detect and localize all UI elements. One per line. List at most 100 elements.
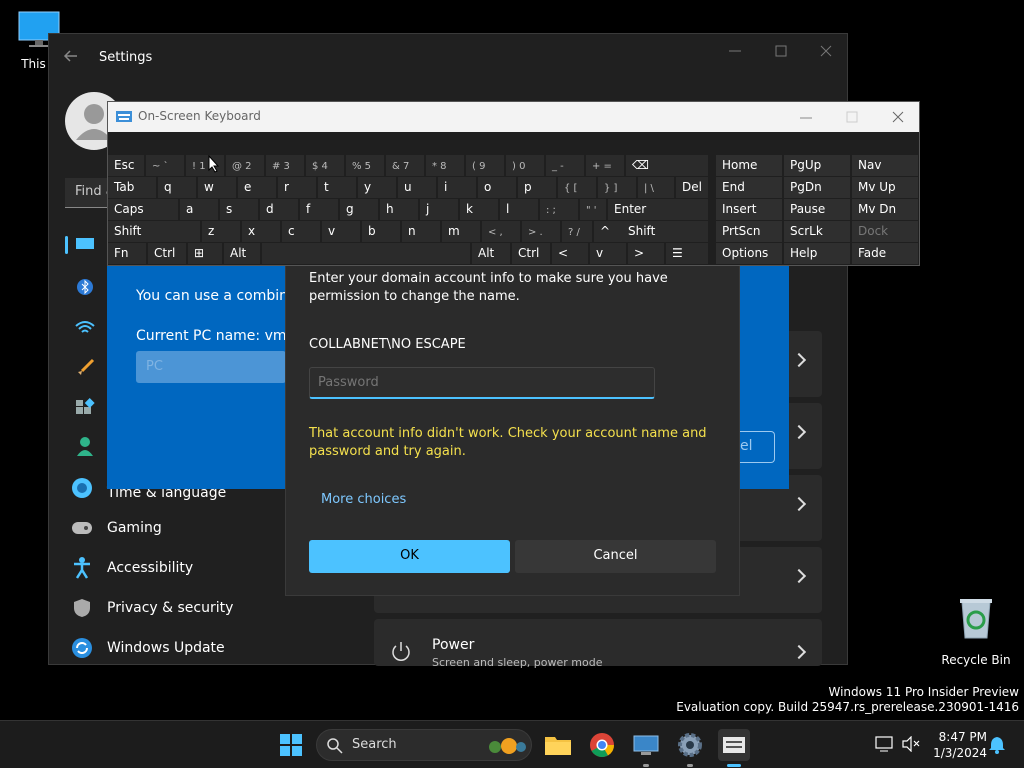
key[interactable]: ~ ` bbox=[146, 155, 184, 176]
key[interactable]: h bbox=[380, 199, 418, 220]
key[interactable]: t bbox=[318, 177, 356, 198]
password-field[interactable] bbox=[309, 367, 655, 399]
key[interactable]: : ; bbox=[540, 199, 578, 220]
more-choices-link[interactable]: More choices bbox=[321, 492, 406, 507]
key[interactable]: d bbox=[260, 199, 298, 220]
sidebar-item-accounts[interactable] bbox=[75, 436, 95, 460]
settings-button[interactable] bbox=[674, 729, 706, 761]
nav-key-fade[interactable]: Fade bbox=[852, 243, 918, 264]
esc-key[interactable]: Esc bbox=[108, 155, 144, 176]
shift-key[interactable]: Shift bbox=[108, 221, 200, 242]
sidebar-item-accessibility[interactable]: Accessibility bbox=[69, 550, 193, 586]
sidebar-item-gaming[interactable]: Gaming bbox=[69, 510, 162, 546]
key[interactable]: < , bbox=[482, 221, 520, 242]
key[interactable]: + = bbox=[586, 155, 624, 176]
key[interactable]: o bbox=[478, 177, 516, 198]
nav-key-prtscn[interactable]: PrtScn bbox=[716, 221, 782, 242]
ctrl-key[interactable]: Ctrl bbox=[148, 243, 186, 264]
key[interactable]: s bbox=[220, 199, 258, 220]
nav-key-end[interactable]: End bbox=[716, 177, 782, 198]
key[interactable]: n bbox=[402, 221, 440, 242]
nav-key-mv-up[interactable]: Mv Up bbox=[852, 177, 918, 198]
key[interactable]: m bbox=[442, 221, 480, 242]
nav-key-help[interactable]: Help bbox=[784, 243, 850, 264]
key[interactable]: # 3 bbox=[266, 155, 304, 176]
nav-key-pgdn[interactable]: PgDn bbox=[784, 177, 850, 198]
key[interactable]: > . bbox=[522, 221, 560, 242]
fn-key[interactable]: Fn bbox=[108, 243, 146, 264]
rename-cancel-button[interactable]: el bbox=[737, 431, 775, 463]
key[interactable]: u bbox=[398, 177, 436, 198]
alt-key[interactable]: Alt bbox=[224, 243, 260, 264]
nav-key-options[interactable]: Options bbox=[716, 243, 782, 264]
key[interactable]: q bbox=[158, 177, 196, 198]
nav-key-home[interactable]: Home bbox=[716, 155, 782, 176]
start-button[interactable] bbox=[275, 729, 307, 761]
notification-bell-icon[interactable] bbox=[989, 736, 1005, 754]
chrome-button[interactable] bbox=[586, 729, 618, 761]
nav-key-nav[interactable]: Nav bbox=[852, 155, 918, 176]
key[interactable]: k bbox=[460, 199, 498, 220]
tab-key[interactable]: Tab bbox=[108, 177, 156, 198]
sidebar-item-windows-update[interactable]: Windows Update bbox=[69, 630, 225, 666]
windows-key[interactable]: ⊞ bbox=[188, 243, 222, 264]
recycle-bin-shortcut[interactable]: Recycle Bin bbox=[940, 596, 1012, 667]
key[interactable]: * 8 bbox=[426, 155, 464, 176]
key[interactable]: } ] bbox=[598, 177, 636, 198]
maximize-button[interactable] bbox=[775, 42, 795, 62]
key[interactable]: i bbox=[438, 177, 476, 198]
nav-key-pgup[interactable]: PgUp bbox=[784, 155, 850, 176]
new-name-input[interactable]: PC bbox=[136, 351, 286, 383]
key[interactable]: > bbox=[628, 243, 664, 264]
key[interactable]: g bbox=[340, 199, 378, 220]
delete-key[interactable]: Del bbox=[676, 177, 708, 198]
back-button[interactable] bbox=[63, 48, 83, 68]
alt-key[interactable]: Alt bbox=[472, 243, 510, 264]
space-key[interactable] bbox=[262, 243, 470, 264]
taskbar-search[interactable]: Search bbox=[316, 729, 532, 761]
sidebar-item-privacy[interactable]: Privacy & security bbox=[69, 590, 233, 626]
key[interactable]: f bbox=[300, 199, 338, 220]
key[interactable]: j bbox=[420, 199, 458, 220]
power-card[interactable]: Power Screen and sleep, power mode bbox=[374, 619, 822, 669]
key[interactable]: p bbox=[518, 177, 556, 198]
key[interactable]: ☰ bbox=[666, 243, 708, 264]
key[interactable]: ? / bbox=[562, 221, 592, 242]
sidebar-item-system[interactable] bbox=[75, 236, 95, 256]
ok-button[interactable]: OK bbox=[309, 540, 510, 573]
key[interactable]: $ 4 bbox=[306, 155, 344, 176]
cancel-button[interactable]: Cancel bbox=[515, 540, 716, 573]
key[interactable]: { [ bbox=[558, 177, 596, 198]
key[interactable]: ) 0 bbox=[506, 155, 544, 176]
enter-key[interactable]: Enter bbox=[608, 199, 708, 220]
shift-key[interactable]: Shift bbox=[622, 221, 708, 242]
backspace-key[interactable]: ⌫ bbox=[626, 155, 708, 176]
osk-minimize-button[interactable] bbox=[800, 112, 812, 126]
nav-key-pause[interactable]: Pause bbox=[784, 199, 850, 220]
key[interactable]: & 7 bbox=[386, 155, 424, 176]
sidebar-item-apps[interactable] bbox=[75, 398, 95, 422]
key[interactable]: < bbox=[552, 243, 588, 264]
osk-close-button[interactable] bbox=[892, 111, 904, 126]
clock[interactable]: 8:47 PM 1/3/2024 bbox=[925, 729, 987, 761]
key[interactable]: x bbox=[242, 221, 280, 242]
key[interactable]: y bbox=[358, 177, 396, 198]
sidebar-item-network[interactable] bbox=[75, 320, 95, 340]
sidebar-item-personalization[interactable] bbox=[75, 358, 95, 382]
key[interactable]: e bbox=[238, 177, 276, 198]
nav-key-mv-dn[interactable]: Mv Dn bbox=[852, 199, 918, 220]
key[interactable]: w bbox=[198, 177, 236, 198]
key[interactable]: ( 9 bbox=[466, 155, 504, 176]
close-button[interactable] bbox=[820, 42, 840, 62]
sidebar-item-bluetooth[interactable] bbox=[77, 277, 93, 301]
caps-lock-key[interactable]: Caps bbox=[108, 199, 178, 220]
key[interactable]: | \ bbox=[638, 177, 674, 198]
key[interactable]: l bbox=[500, 199, 538, 220]
nav-key-dock[interactable]: Dock bbox=[852, 221, 918, 242]
nav-key-scrlk[interactable]: ScrLk bbox=[784, 221, 850, 242]
key[interactable]: " ' bbox=[580, 199, 606, 220]
key[interactable]: _ - bbox=[546, 155, 584, 176]
key[interactable]: z bbox=[202, 221, 240, 242]
nav-key-insert[interactable]: Insert bbox=[716, 199, 782, 220]
osk-maximize-button[interactable] bbox=[846, 111, 858, 126]
